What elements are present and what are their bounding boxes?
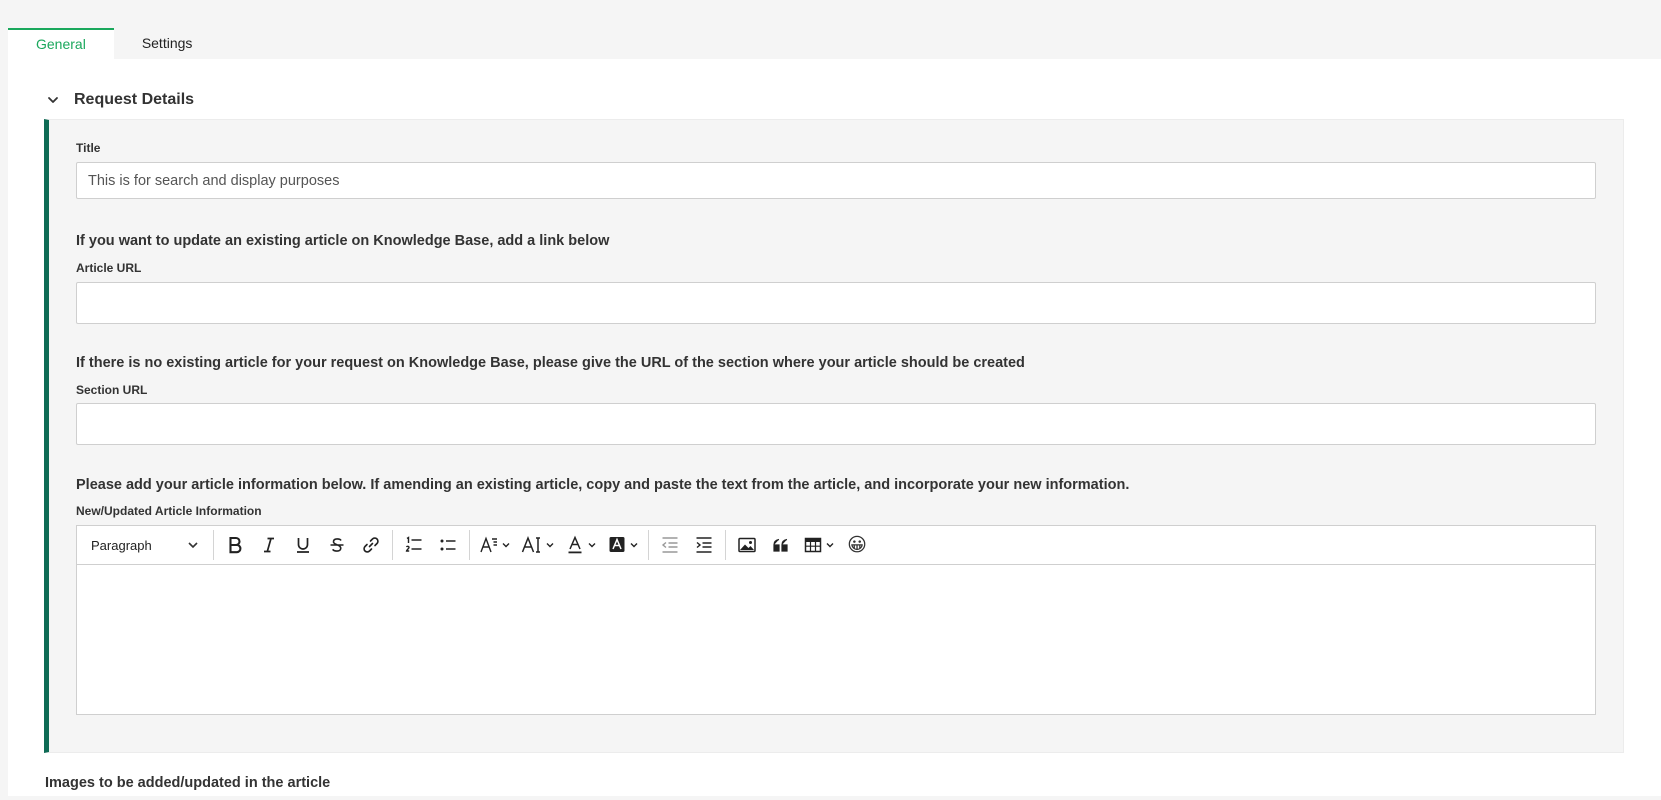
insert-image-button[interactable] xyxy=(730,530,764,560)
article-url-hint: If you want to update an existing articl… xyxy=(76,233,610,249)
strikethrough-button[interactable] xyxy=(320,530,354,560)
emoji-button[interactable]: 😀 xyxy=(840,530,874,560)
emoji-icon: 😀 xyxy=(847,534,867,556)
title-label: Title xyxy=(76,141,101,155)
tab-general[interactable]: General xyxy=(8,28,114,59)
insert-table-dropdown[interactable] xyxy=(798,530,840,560)
highlight-color-dropdown[interactable] xyxy=(602,530,644,560)
bold-button[interactable] xyxy=(218,530,252,560)
editor-toolbar: Paragraph 😀 xyxy=(77,526,1595,565)
section-url-input[interactable] xyxy=(76,403,1596,445)
tab-settings[interactable]: Settings xyxy=(114,28,221,59)
bulleted-list-button[interactable] xyxy=(431,530,465,560)
article-info-hint: Please add your article information belo… xyxy=(76,477,1130,493)
toolbar-divider xyxy=(213,530,214,560)
font-size-dropdown[interactable] xyxy=(516,530,560,560)
numbered-list-button[interactable] xyxy=(397,530,431,560)
title-input[interactable] xyxy=(76,162,1596,199)
rich-text-editor: Paragraph 😀 xyxy=(76,525,1596,715)
paragraph-format-select[interactable]: Paragraph xyxy=(79,531,209,559)
underline-button[interactable] xyxy=(286,530,320,560)
article-url-label: Article URL xyxy=(76,261,142,275)
editor-content-area[interactable] xyxy=(77,565,1595,714)
numbered-list-icon xyxy=(405,536,422,552)
chevron-down-icon xyxy=(588,543,596,548)
toolbar-divider xyxy=(725,530,726,560)
chevron-down-icon xyxy=(630,543,638,548)
font-color-dropdown[interactable] xyxy=(560,530,602,560)
toolbar-divider xyxy=(469,530,470,560)
section-header-request-details[interactable]: Request Details xyxy=(44,91,194,109)
underline-icon xyxy=(297,538,309,553)
italic-icon xyxy=(264,537,274,553)
tab-bar: General Settings xyxy=(8,28,220,59)
toolbar-divider xyxy=(392,530,393,560)
section-url-hint: If there is no existing article for your… xyxy=(76,355,1025,371)
bold-icon xyxy=(229,536,242,554)
link-icon xyxy=(363,537,379,553)
bottom-strip xyxy=(0,796,1661,800)
blockquote-button[interactable] xyxy=(764,530,798,560)
font-family-icon xyxy=(480,536,497,553)
outdent-icon xyxy=(661,537,678,553)
chevron-down-icon xyxy=(826,543,834,548)
outdent-button[interactable] xyxy=(653,530,687,560)
indent-icon xyxy=(696,537,712,553)
article-info-label: New/Updated Article Information xyxy=(76,504,262,518)
chevron-down-icon xyxy=(188,542,198,549)
toolbar-divider xyxy=(648,530,649,560)
link-button[interactable] xyxy=(354,530,388,560)
bulleted-list-icon xyxy=(440,539,456,551)
font-size-icon xyxy=(521,535,540,553)
section-title: Request Details xyxy=(74,91,195,108)
strikethrough-icon xyxy=(330,538,344,552)
paragraph-format-label: Paragraph xyxy=(91,537,152,553)
italic-button[interactable] xyxy=(252,530,286,560)
highlight-icon xyxy=(609,537,625,552)
image-icon xyxy=(738,537,756,553)
font-family-dropdown[interactable] xyxy=(474,530,516,560)
blockquote-icon xyxy=(773,538,788,552)
chevron-down-icon xyxy=(502,543,510,548)
article-url-input[interactable] xyxy=(76,282,1596,324)
font-color-icon xyxy=(568,535,582,554)
chevron-down-icon xyxy=(546,543,554,548)
indent-button[interactable] xyxy=(687,530,721,560)
section-url-label: Section URL xyxy=(76,383,148,397)
images-section-label: Images to be added/updated in the articl… xyxy=(45,775,331,791)
table-icon xyxy=(804,537,822,553)
chevron-down-icon xyxy=(44,91,62,109)
